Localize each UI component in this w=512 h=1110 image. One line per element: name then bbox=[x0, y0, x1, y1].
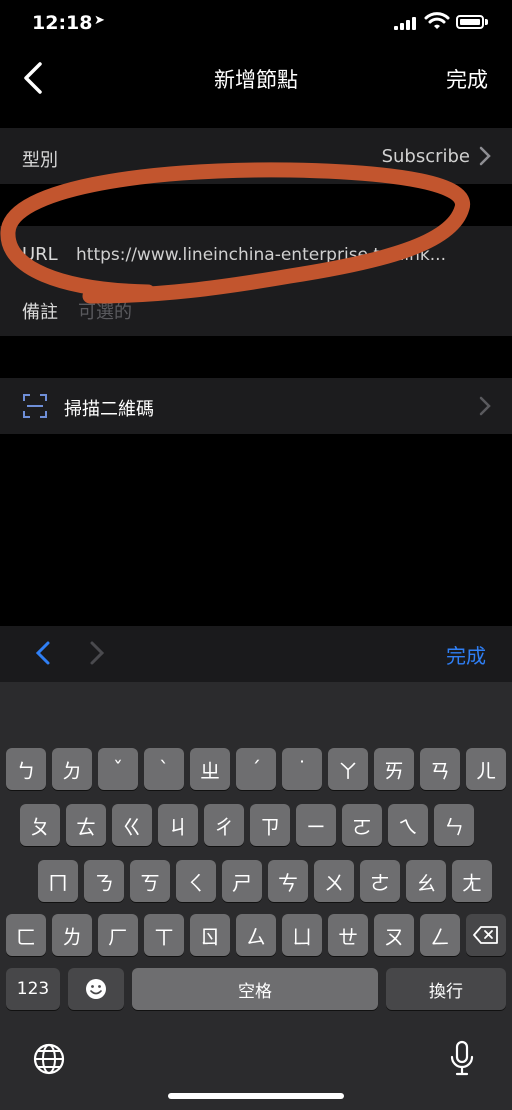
key[interactable]: ㄡ bbox=[374, 914, 414, 956]
return-key[interactable]: 換行 bbox=[386, 968, 506, 1010]
battery-icon bbox=[456, 15, 484, 29]
key[interactable]: ㄣ bbox=[434, 804, 474, 846]
scan-qr-label: 掃描二維碼 bbox=[64, 399, 154, 420]
key[interactable]: ㄗ bbox=[250, 804, 290, 846]
key[interactable]: ㄙ bbox=[236, 914, 276, 956]
bopomofo-keyboard: ㄅ ㄉ ˇ ˋ ㄓ ˊ ˙ ㄚ ㄞ ㄢ ㄦ ㄆ ㄊ ㄍ ㄐ ㄔ ㄗ ㄧ ㄛ ㄟ … bbox=[0, 682, 512, 1110]
key[interactable]: ㄉ bbox=[52, 748, 92, 790]
key[interactable]: ㄊ bbox=[66, 804, 106, 846]
annotation-scribble bbox=[0, 162, 471, 304]
key[interactable]: ㄕ bbox=[222, 860, 262, 902]
key[interactable]: ㄑ bbox=[176, 860, 216, 902]
location-arrow-icon: ➤ bbox=[94, 13, 105, 28]
key[interactable]: ㄌ bbox=[52, 914, 92, 956]
key[interactable]: ㄛ bbox=[342, 804, 382, 846]
keyboard-toolbar bbox=[0, 626, 512, 682]
key[interactable]: ㄨ bbox=[314, 860, 354, 902]
key[interactable]: ㄆ bbox=[20, 804, 60, 846]
key[interactable]: ˙ bbox=[282, 748, 322, 790]
key[interactable]: ㄟ bbox=[388, 804, 428, 846]
key[interactable]: ㄤ bbox=[452, 860, 492, 902]
key[interactable]: ㄢ bbox=[420, 748, 460, 790]
key[interactable]: ㄋ bbox=[84, 860, 124, 902]
space-key[interactable]: 空格 bbox=[132, 968, 378, 1010]
microphone-icon[interactable] bbox=[448, 1040, 476, 1078]
scan-qr-row[interactable]: 掃描二維碼 bbox=[0, 378, 512, 434]
cellular-signal-icon bbox=[394, 16, 420, 30]
qr-scan-icon bbox=[23, 394, 47, 418]
key[interactable]: ㄦ bbox=[466, 748, 506, 790]
wifi-icon bbox=[424, 12, 450, 29]
key[interactable]: ㄠ bbox=[406, 860, 446, 902]
backspace-icon bbox=[473, 926, 498, 944]
key[interactable]: ˇ bbox=[98, 748, 138, 790]
key[interactable]: ㄈ bbox=[6, 914, 46, 956]
key[interactable]: ㄍ bbox=[112, 804, 152, 846]
key[interactable]: ㄏ bbox=[98, 914, 138, 956]
key[interactable]: ㄞ bbox=[374, 748, 414, 790]
next-field-icon[interactable] bbox=[88, 640, 106, 666]
key[interactable]: ㄜ bbox=[360, 860, 400, 902]
key[interactable]: ˋ bbox=[144, 748, 184, 790]
key[interactable]: ㄩ bbox=[282, 914, 322, 956]
key[interactable]: ㄧ bbox=[296, 804, 336, 846]
globe-icon[interactable] bbox=[32, 1042, 66, 1076]
delete-key[interactable] bbox=[466, 914, 506, 956]
chevron-right-icon bbox=[479, 396, 491, 416]
key[interactable]: ㄘ bbox=[268, 860, 308, 902]
status-bar: 12:18 ➤ bbox=[0, 0, 512, 48]
key[interactable]: ㄚ bbox=[328, 748, 368, 790]
home-indicator bbox=[168, 1093, 344, 1099]
emoji-key[interactable] bbox=[68, 968, 124, 1010]
page-title: 新增節點 bbox=[214, 68, 298, 92]
key[interactable]: ㄖ bbox=[190, 914, 230, 956]
key[interactable]: ㄥ bbox=[420, 914, 460, 956]
numbers-key[interactable]: 123 bbox=[6, 968, 60, 1010]
key[interactable]: ˊ bbox=[236, 748, 276, 790]
done-button[interactable]: 完成 bbox=[446, 64, 488, 94]
key[interactable]: ㄓ bbox=[190, 748, 230, 790]
previous-field-icon[interactable] bbox=[34, 640, 52, 666]
key[interactable]: ㄝ bbox=[328, 914, 368, 956]
key[interactable]: ㄒ bbox=[144, 914, 184, 956]
key[interactable]: ㄔ bbox=[204, 804, 244, 846]
battery-tip bbox=[485, 19, 488, 25]
key[interactable]: ㄅ bbox=[6, 748, 46, 790]
key[interactable]: ㄇ bbox=[38, 860, 78, 902]
keyboard-done-button[interactable]: 完成 bbox=[446, 640, 486, 669]
emoji-icon bbox=[86, 979, 106, 999]
key[interactable]: ㄎ bbox=[130, 860, 170, 902]
status-time: 12:18 bbox=[32, 12, 93, 34]
key[interactable]: ㄐ bbox=[158, 804, 198, 846]
